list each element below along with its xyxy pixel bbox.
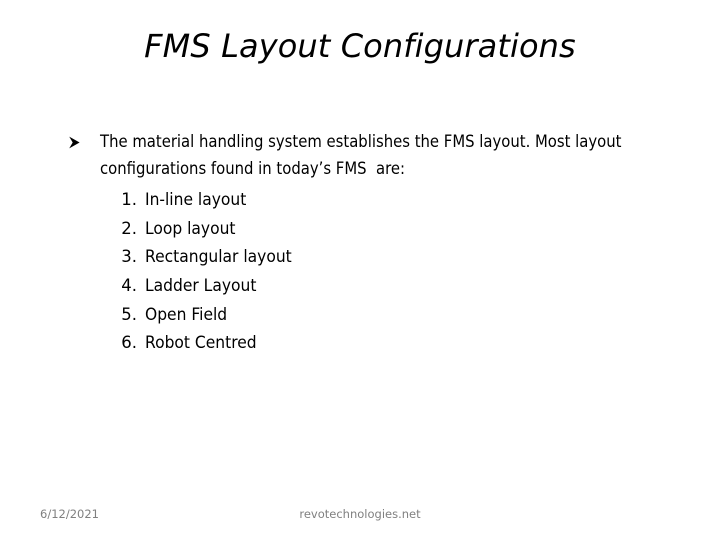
list-item: 1. In-line layout	[0, 186, 720, 215]
footer-source: revotechnologies.net	[299, 507, 421, 521]
list-item: 3. Rectangular layout	[0, 243, 720, 272]
presentation-slide: FMS Layout Configurations The material h…	[0, 0, 720, 540]
list-item-label: Rectangular layout	[145, 247, 292, 267]
list-item-number: 4.	[121, 276, 137, 296]
body-content-block: The material handling system establishes…	[0, 128, 720, 182]
slide-title: FMS Layout Configurations	[144, 27, 576, 65]
numbered-list: 1. In-line layout 2. Loop layout 3. Rect…	[0, 186, 720, 358]
list-item: 4. Ladder Layout	[0, 272, 720, 301]
list-item: 2. Loop layout	[0, 215, 720, 244]
list-item: 6. Robot Centred	[0, 329, 720, 358]
list-item-label: Robot Centred	[145, 333, 257, 353]
list-item-label: Ladder Layout	[145, 276, 257, 296]
list-item-number: 2.	[121, 218, 137, 238]
list-item-label: Loop layout	[145, 218, 236, 238]
list-item-number: 1.	[121, 190, 137, 209]
list-item-number: 6.	[121, 333, 137, 353]
list-item-label: In-line layout	[145, 190, 247, 209]
arrowhead-bullet-icon	[68, 129, 88, 149]
list-item-number: 3.	[121, 247, 137, 267]
bullet-paragraph-text: The material handling system establishes…	[100, 132, 627, 178]
list-item: 5. Open Field	[0, 301, 720, 330]
list-item-label: Open Field	[145, 304, 228, 324]
list-item-number: 5.	[121, 304, 137, 324]
bullet-paragraph-row: The material handling system establishes…	[0, 128, 720, 182]
